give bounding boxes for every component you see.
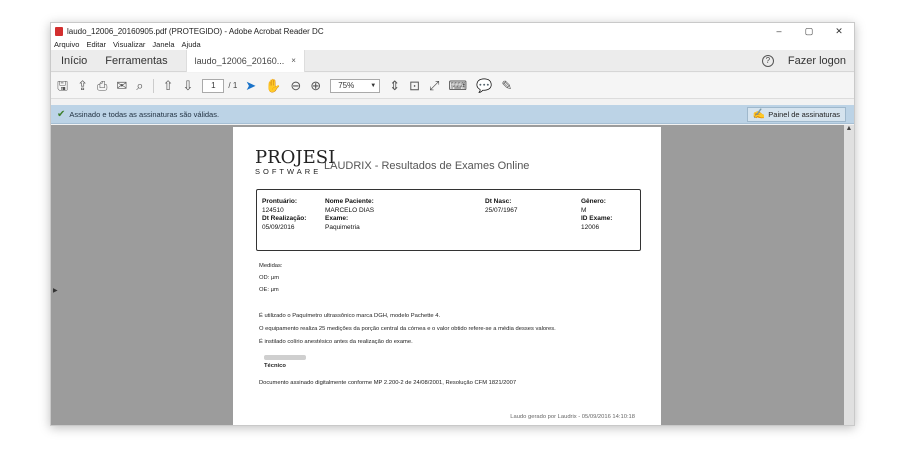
tecnico-label: Técnico xyxy=(264,363,286,369)
menu-bar: Arquivo Editar Visualizar Janela Ajuda xyxy=(51,39,854,50)
toolbar: 🖫 ⇪ ⎙ ✉ ⌕ ⇧ ⇩ 1 / 1 ➤ ✋ ⊖ ⊕ 75% ▼ ⇕ ⊡ ⤢ … xyxy=(51,73,854,99)
patient-col-2: Nome Paciente: MARCELO DIAS Exame: Paqui… xyxy=(325,198,374,232)
paragraph-3: É instilado colírio anestésico antes da … xyxy=(259,339,413,345)
patient-info-box: Prontuário: 124510 Dt Realização: 05/09/… xyxy=(256,189,641,251)
close-tab-icon[interactable]: × xyxy=(291,56,296,65)
page-total: / 1 xyxy=(228,81,238,90)
search-icon[interactable]: ⌕ xyxy=(136,73,143,99)
od-line: OD: µm xyxy=(259,275,280,281)
nav-tools[interactable]: Ferramentas xyxy=(105,55,167,67)
menu-arquivo[interactable]: Arquivo xyxy=(54,40,79,49)
sign-pen-icon[interactable]: ✎ xyxy=(501,73,512,99)
paragraph-1: É utilizado o Paquímetro ultrassônico ma… xyxy=(259,313,441,319)
nasc-label: Dt Nasc: xyxy=(485,198,512,205)
close-window-button[interactable]: ✕ xyxy=(824,23,854,39)
logo-bottom: SOFTWARE xyxy=(255,167,322,176)
genero-value: M xyxy=(581,206,587,214)
acrobat-window: laudo_12006_20160905.pdf (PROTEGIDO) - A… xyxy=(50,22,855,426)
upload-cloud-icon[interactable]: ⇪ xyxy=(77,73,88,99)
prontuario-value: 124510 xyxy=(262,206,284,214)
paragraph-2: O equipamento realiza 25 medições da por… xyxy=(259,326,556,332)
save-icon[interactable]: 🖫 xyxy=(57,73,68,99)
medidas-label: Medidas: xyxy=(259,263,283,269)
report-footer: Laudo gerado por Laudrix - 05/09/2016 14… xyxy=(510,414,635,420)
chevron-down-icon: ▼ xyxy=(370,82,377,89)
keyboard-icon[interactable]: ⌨ xyxy=(448,73,467,99)
oe-line: OE: µm xyxy=(259,287,279,293)
report-title: LAUDRIX - Resultados de Exames Online xyxy=(324,160,530,172)
window-title: laudo_12006_20160905.pdf (PROTEGIDO) - A… xyxy=(67,26,324,36)
select-cursor-icon[interactable]: ➤ xyxy=(245,73,256,99)
signature-message: Assinado e todas as assinaturas são váli… xyxy=(69,109,220,119)
signature-pen-icon: ✍ xyxy=(752,109,766,120)
exame-value: Paquimetria xyxy=(325,223,360,231)
vertical-scrollbar[interactable]: ▲ xyxy=(844,125,854,425)
logo-top: PROJESI xyxy=(255,147,336,168)
comment-icon[interactable]: 💬 xyxy=(476,73,492,99)
fit-width-icon[interactable]: ⊡ xyxy=(409,73,420,99)
paciente-value: MARCELO DIAS xyxy=(325,206,375,214)
page-number-input[interactable]: 1 xyxy=(202,78,225,93)
fullscreen-icon[interactable]: ⤢ xyxy=(429,73,439,99)
pdf-page: PROJESI SOFTWARE LAUDRIX - Resultados de… xyxy=(233,127,661,425)
signature-panel-button[interactable]: ✍ Painel de assinaturas xyxy=(746,107,846,122)
email-icon[interactable]: ✉ xyxy=(116,73,127,99)
prontuario-label: Prontuário: xyxy=(262,198,298,205)
zoom-in-icon[interactable]: ⊕ xyxy=(310,73,321,99)
zoom-select[interactable]: 75% ▼ xyxy=(330,78,381,93)
genero-label: Gênero: xyxy=(581,198,606,205)
patient-col-1: Prontuário: 124510 Dt Realização: 05/09/… xyxy=(262,198,306,232)
left-panel-toggle-icon[interactable]: ▶ xyxy=(53,287,58,294)
page-up-icon[interactable]: ⇧ xyxy=(163,73,174,99)
nav-bar: Início Ferramentas laudo_12006_20160... … xyxy=(51,49,854,72)
document-tab[interactable]: laudo_12006_20160... × xyxy=(185,49,305,72)
signature-bar: ✔ Assinado e todas as assinaturas são vá… xyxy=(51,105,854,124)
realizacao-label: Dt Realização: xyxy=(262,215,307,222)
toolbar-divider xyxy=(152,78,154,93)
print-icon[interactable]: ⎙ xyxy=(97,73,107,99)
page-down-icon[interactable]: ⇩ xyxy=(182,73,193,99)
paciente-label: Nome Paciente: xyxy=(325,198,374,205)
menu-janela[interactable]: Janela xyxy=(152,40,174,49)
id-exame-value: 12006 xyxy=(581,223,600,231)
exame-label: Exame: xyxy=(325,215,349,222)
signed-document-note: Documento assinado digitalmente conforme… xyxy=(259,380,517,386)
help-icon[interactable]: ? xyxy=(761,55,774,67)
projesi-logo: PROJESI SOFTWARE xyxy=(255,147,336,179)
nav-home[interactable]: Início xyxy=(61,55,87,67)
patient-col-4: Gênero: M ID Exame: 12006 xyxy=(581,198,612,232)
id-exame-label: ID Exame: xyxy=(581,215,613,222)
menu-ajuda[interactable]: Ajuda xyxy=(182,40,201,49)
zoom-value: 75% xyxy=(338,80,355,90)
document-tab-label: laudo_12006_20160... xyxy=(194,55,285,66)
fit-page-icon[interactable]: ⇕ xyxy=(389,73,400,99)
window-controls: – ▢ ✕ xyxy=(764,23,854,39)
realizacao-value: 05/09/2016 xyxy=(262,223,295,231)
maximize-button[interactable]: ▢ xyxy=(794,23,824,39)
nasc-value: 25/07/1967 xyxy=(485,206,518,214)
minimize-button[interactable]: – xyxy=(764,23,794,39)
pdf-file-icon xyxy=(55,26,63,36)
login-link[interactable]: Fazer logon xyxy=(788,55,846,67)
signature-panel-label: Painel de assinaturas xyxy=(768,110,840,119)
patient-col-3: Dt Nasc: 25/07/1967 xyxy=(485,198,518,215)
zoom-out-icon[interactable]: ⊖ xyxy=(290,73,301,99)
blurred-technician-name xyxy=(264,355,306,360)
menu-visualizar[interactable]: Visualizar xyxy=(113,40,145,49)
signature-valid-icon: ✔ xyxy=(57,108,66,120)
scroll-up-icon[interactable]: ▲ xyxy=(844,125,854,132)
hand-tool-icon[interactable]: ✋ xyxy=(265,73,281,99)
menu-editar[interactable]: Editar xyxy=(86,40,106,49)
title-bar: laudo_12006_20160905.pdf (PROTEGIDO) - A… xyxy=(51,23,854,39)
document-viewer[interactable]: ▶ ◀ PROJESI SOFTWARE LAUDRIX - Resultado… xyxy=(51,125,854,425)
